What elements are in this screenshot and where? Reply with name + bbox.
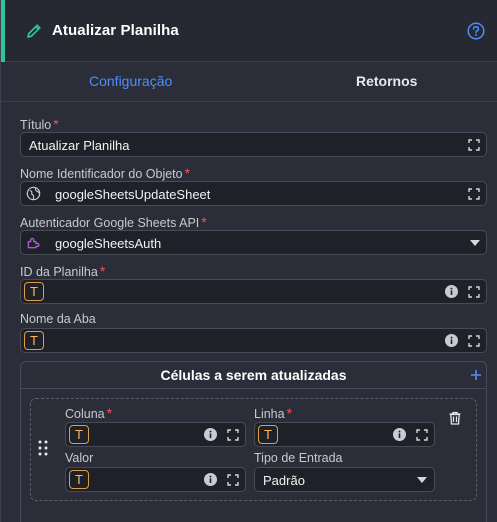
linha-label: Linha *: [254, 405, 292, 421]
required-mark: *: [53, 116, 59, 132]
info-icon[interactable]: [204, 473, 217, 486]
nome-aba-field[interactable]: T: [20, 328, 487, 353]
expand-icon[interactable]: [227, 474, 239, 486]
valor-field[interactable]: T: [65, 467, 246, 492]
required-mark: *: [286, 405, 293, 421]
required-mark: *: [201, 214, 207, 230]
nome-identificador-value: googleSheetsUpdateSheet: [55, 187, 211, 202]
text-type-icon[interactable]: T: [258, 425, 278, 444]
info-icon[interactable]: [445, 334, 458, 347]
text-type-icon[interactable]: T: [24, 331, 44, 350]
id-planilha-label-text: ID da Planilha: [20, 265, 98, 279]
id-planilha-label: ID da Planilha *: [20, 263, 105, 279]
tipo-entrada-select[interactable]: Padrão: [254, 467, 435, 492]
required-mark: *: [184, 165, 191, 181]
auth-puzzle-icon: [27, 237, 40, 249]
id-planilha-field[interactable]: T: [20, 279, 487, 304]
titulo-field[interactable]: Atualizar Planilha: [20, 132, 487, 157]
autenticador-label: Autenticador Google Sheets API *: [20, 214, 207, 230]
linha-label-text: Linha: [254, 407, 285, 421]
tipo-entrada-label: Tipo de Entrada: [254, 451, 343, 465]
header-accent-bar: [1, 0, 5, 62]
panel-title: Atualizar Planilha: [52, 22, 179, 39]
coluna-field[interactable]: T: [65, 422, 246, 447]
panel-header: Atualizar Planilha: [1, 0, 497, 62]
coluna-label-text: Coluna: [65, 407, 105, 421]
titulo-label-text: Título: [20, 118, 52, 132]
titulo-label: Título *: [20, 116, 59, 132]
add-icon[interactable]: [470, 369, 482, 381]
info-icon[interactable]: [204, 428, 217, 441]
expand-icon[interactable]: [468, 286, 480, 298]
autenticador-value: googleSheetsAuth: [55, 236, 162, 251]
nome-aba-label-text: Nome da Aba: [20, 312, 96, 326]
help-icon[interactable]: [467, 22, 485, 40]
required-mark: *: [99, 263, 106, 279]
globe-icon: [26, 186, 41, 201]
expand-icon[interactable]: [468, 188, 480, 200]
tab-bar: Configuração Retornos: [1, 62, 497, 102]
autenticador-label-text: Autenticador Google Sheets API: [20, 216, 200, 230]
tab-configuracao[interactable]: Configuração: [89, 73, 172, 89]
expand-icon[interactable]: [468, 335, 480, 347]
nome-aba-label: Nome da Aba: [20, 312, 96, 326]
required-mark: *: [106, 405, 113, 421]
text-type-icon[interactable]: T: [69, 470, 89, 489]
pencil-icon: [27, 24, 41, 38]
titulo-value: Atualizar Planilha: [29, 138, 130, 153]
tab-retornos[interactable]: Retornos: [356, 73, 417, 89]
autenticador-select[interactable]: googleSheetsAuth: [20, 230, 487, 255]
update-sheet-panel: Atualizar Planilha Configuração Retornos…: [0, 0, 497, 522]
cells-group-header: Células a serem atualizadas: [21, 362, 486, 389]
coluna-label: Coluna *: [65, 405, 112, 421]
tipo-entrada-value: Padrão: [263, 473, 305, 488]
nome-identificador-label: Nome Identificador do Objeto *: [20, 165, 190, 181]
nome-identificador-label-text: Nome Identificador do Objeto: [20, 167, 183, 181]
cells-group-title: Células a serem atualizadas: [160, 367, 347, 383]
text-type-icon[interactable]: T: [24, 282, 44, 301]
expand-icon[interactable]: [227, 429, 239, 441]
chevron-down-icon[interactable]: [417, 477, 427, 483]
chevron-down-icon[interactable]: [470, 240, 480, 246]
expand-icon[interactable]: [468, 139, 480, 151]
trash-icon[interactable]: [448, 411, 462, 425]
info-icon[interactable]: [393, 428, 406, 441]
nome-identificador-field[interactable]: googleSheetsUpdateSheet: [20, 181, 487, 206]
linha-field[interactable]: T: [254, 422, 435, 447]
info-icon[interactable]: [445, 285, 458, 298]
drag-handle-icon[interactable]: [38, 440, 48, 456]
text-type-icon[interactable]: T: [69, 425, 89, 444]
valor-label: Valor: [65, 451, 94, 465]
expand-icon[interactable]: [416, 429, 428, 441]
